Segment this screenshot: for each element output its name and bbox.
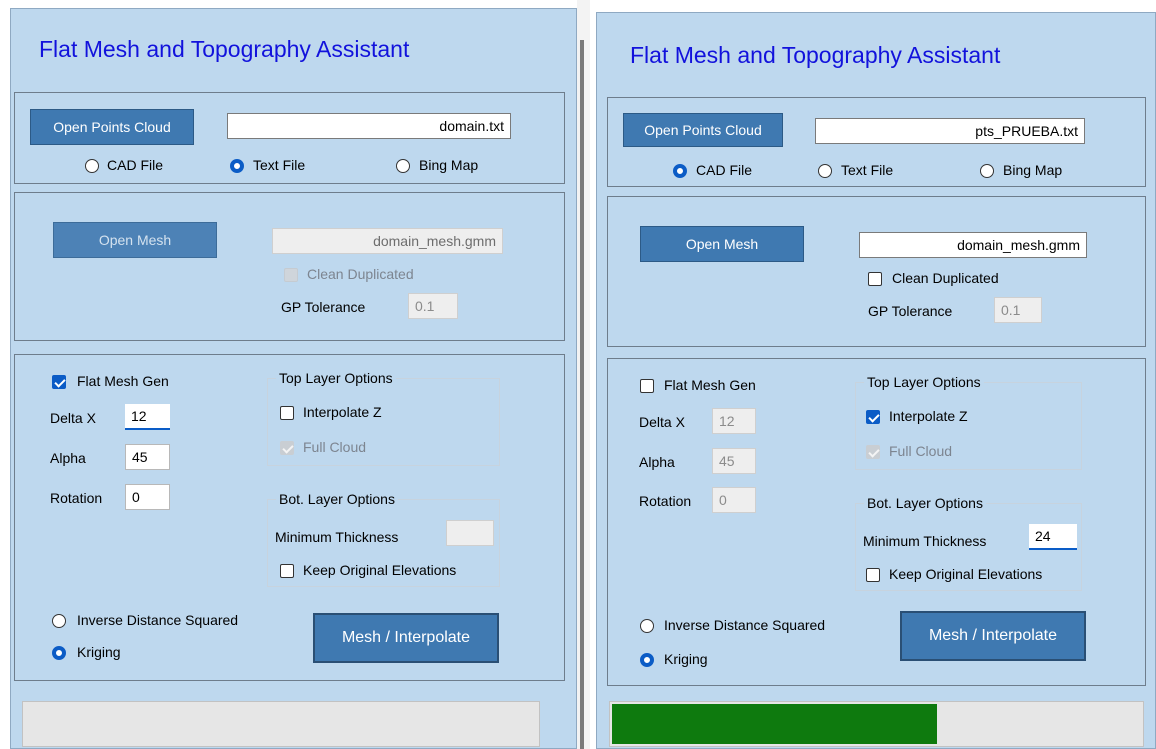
interpolate-z-label: Interpolate Z [889, 408, 968, 424]
progress-fill [612, 704, 938, 744]
interpolate-z-checkbox[interactable] [866, 410, 880, 424]
rotation-field[interactable]: 0 [125, 484, 170, 510]
mesh-interpolate-button[interactable]: Mesh / Interpolate [313, 613, 499, 663]
radio-bing-map[interactable] [396, 159, 410, 173]
keep-original-elevations-checkbox[interactable] [866, 568, 880, 582]
mesh-file-field[interactable]: domain_mesh.gmm [272, 228, 503, 254]
minimum-thickness-field[interactable] [446, 520, 494, 546]
radio-cad-file[interactable] [673, 164, 687, 178]
progress-bar [609, 701, 1144, 747]
radio-bing-map-label: Bing Map [419, 157, 479, 173]
generation-group: Flat Mesh Gen Delta X 12 Alpha 45 Rotati… [14, 354, 565, 681]
alpha-label: Alpha [50, 450, 86, 466]
open-points-cloud-button[interactable]: Open Points Cloud [623, 113, 783, 147]
panel-title: Flat Mesh and Topography Assistant [630, 42, 1001, 68]
radio-kriging[interactable] [52, 646, 66, 660]
generation-group: Flat Mesh Gen Delta X 12 Alpha 45 Rotati… [607, 358, 1146, 686]
top-layer-options-group: Top Layer Options Interpolate Z Full Clo… [267, 370, 500, 466]
full-cloud-checkbox[interactable] [280, 441, 294, 455]
clean-duplicated-checkbox[interactable] [868, 272, 882, 286]
rotation-field[interactable]: 0 [712, 487, 756, 513]
radio-bing-map-label: Bing Map [1003, 162, 1063, 178]
kriging-label: Kriging [77, 644, 121, 660]
interpolate-z-checkbox[interactable] [280, 406, 294, 420]
alpha-label: Alpha [639, 454, 675, 470]
bot-layer-options-legend: Bot. Layer Options [276, 491, 398, 507]
delta-x-label: Delta X [639, 414, 685, 430]
mesh-file-field[interactable]: domain_mesh.gmm [859, 232, 1087, 258]
bot-layer-options-legend: Bot. Layer Options [864, 495, 986, 511]
points-cloud-group: Open Points Cloud domain.txt CAD File Te… [14, 92, 565, 184]
keep-original-elevations-label: Keep Original Elevations [303, 562, 457, 578]
radio-cad-file-label: CAD File [696, 162, 753, 178]
minimum-thickness-field[interactable]: 24 [1029, 524, 1077, 550]
flat-mesh-gen-checkbox[interactable] [640, 379, 654, 393]
rotation-label: Rotation [50, 490, 103, 506]
radio-text-file[interactable] [230, 159, 244, 173]
kriging-label: Kriging [664, 651, 708, 667]
open-mesh-button[interactable]: Open Mesh [53, 222, 217, 258]
open-mesh-button[interactable]: Open Mesh [640, 226, 804, 262]
full-cloud-label: Full Cloud [889, 443, 953, 459]
keep-original-elevations-checkbox[interactable] [280, 564, 294, 578]
points-cloud-file-field[interactable]: pts_PRUEBA.txt [815, 118, 1085, 144]
mesh-group: Open Mesh domain_mesh.gmm Clean Duplicat… [14, 192, 565, 341]
gp-tolerance-field[interactable]: 0.1 [994, 297, 1042, 323]
progress-bar [22, 701, 540, 747]
radio-text-file-label: Text File [253, 157, 306, 173]
delta-x-field[interactable]: 12 [125, 404, 170, 430]
flat-mesh-gen-checkbox[interactable] [52, 375, 66, 389]
minimum-thickness-label: Minimum Thickness [863, 533, 987, 549]
delta-x-label: Delta X [50, 410, 96, 426]
radio-kriging[interactable] [640, 653, 654, 667]
bot-layer-options-group: Bot. Layer Options Minimum Thickness 24 … [855, 495, 1082, 591]
radio-cad-file-label: CAD File [107, 157, 164, 173]
clean-duplicated-label: Clean Duplicated [307, 266, 414, 282]
top-layer-options-legend: Top Layer Options [864, 374, 984, 390]
full-cloud-label: Full Cloud [303, 439, 367, 455]
radio-inverse-distance-squared[interactable] [640, 619, 654, 633]
open-points-cloud-button[interactable]: Open Points Cloud [30, 109, 194, 145]
inverse-distance-squared-label: Inverse Distance Squared [664, 617, 826, 633]
points-cloud-group: Open Points Cloud pts_PRUEBA.txt CAD Fil… [607, 97, 1146, 187]
gp-tolerance-field[interactable]: 0.1 [408, 293, 458, 319]
inverse-distance-squared-label: Inverse Distance Squared [77, 612, 239, 628]
minimum-thickness-label: Minimum Thickness [275, 529, 399, 545]
alpha-field[interactable]: 45 [125, 444, 170, 470]
full-cloud-checkbox[interactable] [866, 445, 880, 459]
gp-tolerance-label: GP Tolerance [868, 303, 953, 319]
interpolate-z-label: Interpolate Z [303, 404, 382, 420]
screenshot-stage: Flat Mesh and Topography Assistant Open … [0, 0, 1156, 749]
gp-tolerance-label: GP Tolerance [281, 299, 366, 315]
clean-duplicated-checkbox[interactable] [284, 268, 298, 282]
assistant-panel-right: Flat Mesh and Topography Assistant Open … [596, 12, 1156, 749]
mesh-group: Open Mesh domain_mesh.gmm Clean Duplicat… [607, 196, 1146, 347]
window-divider [577, 0, 590, 749]
flat-mesh-gen-label: Flat Mesh Gen [77, 373, 169, 389]
points-cloud-file-field[interactable]: domain.txt [227, 113, 511, 139]
top-layer-options-legend: Top Layer Options [276, 370, 396, 386]
radio-cad-file[interactable] [85, 159, 99, 173]
delta-x-field[interactable]: 12 [712, 408, 756, 434]
radio-inverse-distance-squared[interactable] [52, 614, 66, 628]
radio-text-file-label: Text File [841, 162, 894, 178]
mesh-interpolate-button[interactable]: Mesh / Interpolate [900, 611, 1086, 661]
clean-duplicated-label: Clean Duplicated [892, 270, 999, 286]
alpha-field[interactable]: 45 [712, 448, 756, 474]
flat-mesh-gen-label: Flat Mesh Gen [664, 377, 756, 393]
rotation-label: Rotation [639, 493, 692, 509]
assistant-panel-left: Flat Mesh and Topography Assistant Open … [10, 8, 577, 749]
panel-title: Flat Mesh and Topography Assistant [39, 36, 410, 62]
radio-text-file[interactable] [818, 164, 832, 178]
keep-original-elevations-label: Keep Original Elevations [889, 566, 1043, 582]
top-layer-options-group: Top Layer Options Interpolate Z Full Clo… [855, 374, 1082, 470]
radio-bing-map[interactable] [980, 164, 994, 178]
bot-layer-options-group: Bot. Layer Options Minimum Thickness Kee… [267, 491, 500, 587]
